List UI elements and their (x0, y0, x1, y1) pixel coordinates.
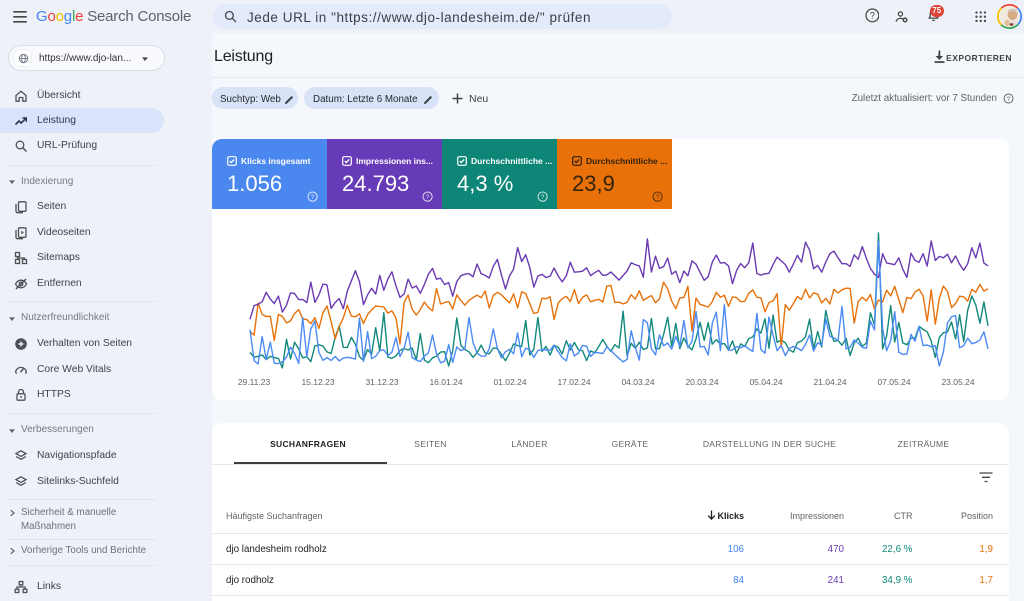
svg-text:?: ? (311, 194, 315, 201)
svg-text:?: ? (426, 194, 430, 201)
svg-text:?: ? (541, 194, 545, 201)
svg-text:?: ? (656, 194, 660, 201)
svg-text:?: ? (1006, 96, 1010, 103)
svg-text:?: ? (869, 11, 874, 21)
